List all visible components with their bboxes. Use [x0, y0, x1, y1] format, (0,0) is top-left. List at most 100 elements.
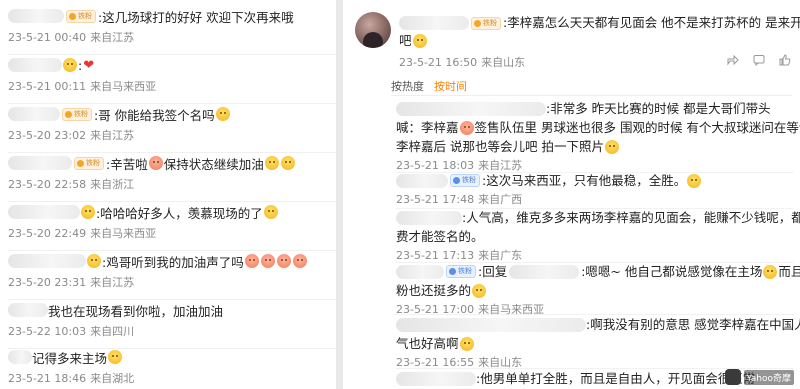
comment-time: 23-5-20 23:02: [8, 129, 87, 142]
reply-item: 铁粉:这次马来西亚，只有他最稳，全胜。 23-5-21 17:48 来自广西: [396, 171, 794, 209]
comment-text: :哈哈哈好多人，羡慕现场的了: [96, 205, 263, 221]
comment-icon[interactable]: [753, 54, 765, 66]
emoji-icon: [87, 254, 101, 268]
comment-location: 来自江苏: [90, 129, 135, 142]
comment-location: 来自广东: [478, 249, 523, 262]
sort-tabs: 按热度 按时间: [391, 78, 467, 94]
comment-text: :哥 你能给我签个名吗: [94, 107, 215, 123]
comment-time: 23-5-22 10:03: [8, 325, 87, 338]
blurred-username[interactable]: [8, 156, 72, 170]
comment-text: :辛苦啦: [106, 156, 148, 172]
emoji-icon: [412, 34, 427, 48]
emoji-icon: [459, 120, 474, 135]
emoji-icon: [244, 254, 259, 268]
reply-text: :人气高，维克多多来两场李梓嘉的见面会，能赚不少钱呢，都要消: [462, 210, 800, 225]
fan-badge[interactable]: 铁粉: [66, 9, 96, 23]
blurred-username[interactable]: [8, 350, 32, 364]
reply-text: :这次马来西亚，只有他最稳，全胜。: [482, 173, 687, 188]
blurred-username[interactable]: [8, 58, 62, 72]
emoji-icon: [215, 107, 230, 121]
comment-location: 来自浙江: [90, 178, 135, 191]
fan-badge[interactable]: 铁粉: [446, 265, 476, 278]
comment-text: :鸡哥听到我的加油声了吗: [102, 254, 244, 270]
reply-text: 签售队伍里 男球迷也很多 围观的时候 有个大叔球迷问在等谁 知道是: [474, 120, 800, 135]
fan-badge[interactable]: 铁粉: [471, 16, 501, 30]
blurred-username[interactable]: [8, 9, 64, 23]
blurred-username[interactable]: [396, 371, 476, 386]
blurred-username[interactable]: [396, 210, 462, 225]
fan-badge[interactable]: 铁粉: [450, 174, 480, 187]
fan-badge[interactable]: 铁粉: [62, 107, 92, 121]
blurred-username[interactable]: [8, 303, 48, 317]
blurred-username[interactable]: [8, 205, 80, 219]
share-icon[interactable]: [727, 54, 739, 66]
blurred-username[interactable]: [509, 264, 580, 279]
comment-time: 23-5-20 22:49: [8, 227, 87, 240]
blurred-username[interactable]: [396, 264, 444, 279]
comment-location: 来自山东: [481, 56, 526, 69]
reply-text: :非常多 昨天比赛的时候 都是大哥们带头: [546, 101, 771, 116]
comment-time: 23-5-21 00:11: [8, 80, 87, 93]
comment-text: :李梓嘉怎么天天都有见面会 他不是来打苏杯的 是来开见面会的: [503, 15, 800, 30]
comment-item: : ❤ 23-5-21 00:11 来自马来西亚: [8, 55, 336, 104]
comment-location: 来自广西: [478, 193, 523, 206]
reply-text: 费才能签名的。: [396, 229, 484, 244]
comment-item: 铁粉 :哥 你能给我签个名吗 23-5-20 23:02 来自江苏: [8, 104, 336, 153]
comment-time: 23-5-20 22:58: [8, 178, 87, 191]
emoji-icon: [148, 156, 163, 170]
right-comment-thread: 铁粉 :李梓嘉怎么天天都有见面会 他不是来打苏杯的 是来开见面会的 吧 23-5…: [343, 0, 800, 389]
blurred-username[interactable]: [396, 101, 546, 116]
like-icon[interactable]: [779, 54, 791, 66]
reply-text: :嗯嗯~ 他自己都说感觉像在主场: [581, 264, 763, 279]
blurred-username[interactable]: [396, 317, 586, 332]
blurred-username[interactable]: [396, 173, 448, 188]
comment-time: 23-5-21 16:50: [399, 56, 478, 69]
sort-by-time-tab[interactable]: 按时间: [434, 78, 467, 94]
comment-item: 记得多来主场 23-5-21 18:46 来自湖北: [8, 347, 330, 386]
emoji-icon: [459, 336, 474, 351]
emoji-icon: [263, 205, 278, 219]
emoji-icon: [687, 173, 702, 188]
emoji-icon: [108, 350, 123, 364]
reply-text: 李梓嘉后 说那也等会儿吧 拍一下照片: [396, 139, 604, 154]
comment-item: 铁粉 :这几场球打的好好 欢迎下次再来哦 23-5-21 00:40 来自江苏: [8, 6, 336, 55]
emoji-icon: [472, 283, 487, 298]
comment-item: :鸡哥听到我的加油声了吗 23-5-20 23:31 来自江苏: [8, 251, 336, 300]
comment-time: 23-5-20 23:31: [8, 276, 87, 289]
reply-text: 而且男: [778, 264, 800, 279]
comment-text: :这几场球打的好好 欢迎下次再来哦: [98, 9, 294, 25]
comment-item: 铁粉 :辛苦啦 保持状态继续加油 23-5-20 22:58 来自浙江: [8, 153, 336, 202]
watermark: Yahoo奇摩: [724, 369, 794, 385]
blurred-username[interactable]: [8, 254, 86, 268]
comment-text: :: [78, 57, 83, 73]
comment-location: 来自马来西亚: [90, 80, 157, 93]
comment-location: 来自湖北: [90, 372, 135, 385]
reply-text: :他男单单打全胜，而且是自由人，开见面会很正常: [476, 371, 756, 386]
avatar[interactable]: [355, 12, 391, 48]
reply-text: 气也好高啊: [396, 336, 459, 351]
comment-time: 23-5-21 18:46: [8, 372, 87, 385]
comment-text: 我也在现场看到你啦，加油加油: [48, 303, 224, 319]
emoji-icon: [260, 254, 275, 268]
reply-text: 喊：李梓嘉: [396, 120, 459, 135]
divider: [391, 95, 792, 96]
emoji-icon: [292, 254, 307, 268]
fan-badge[interactable]: 铁粉: [74, 156, 104, 170]
comment-time: 23-5-21 17:13: [396, 249, 475, 262]
comment-location: 来自江苏: [90, 276, 135, 289]
comment-item: 我也在现场看到你啦，加油加油 23-5-22 10:03 来自四川: [8, 300, 336, 349]
main-comment: 铁粉 :李梓嘉怎么天天都有见面会 他不是来打苏杯的 是来开见面会的 吧 23-5…: [355, 10, 800, 70]
blurred-username[interactable]: [8, 107, 60, 121]
sort-by-hot-tab[interactable]: 按热度: [391, 78, 424, 94]
emoji-icon: [81, 205, 95, 219]
reply-item: 铁粉:回复:嗯嗯~ 他自己都说感觉像在主场而且男 粉也还挺多的 23-5-21 …: [396, 262, 800, 317]
comment-text-2: 保持状态继续加油: [163, 156, 264, 172]
emoji-icon: [280, 156, 295, 170]
emoji-icon: [276, 254, 291, 268]
left-comment-list: 铁粉 :这几场球打的好好 欢迎下次再来哦 23-5-21 00:40 来自江苏 :…: [0, 0, 336, 389]
reply-item: :非常多 昨天比赛的时候 都是大哥们带头 喊：李梓嘉 签售队伍里 男球迷也很多 围…: [396, 99, 800, 173]
blurred-username[interactable]: [399, 16, 469, 30]
reply-text: :回复: [478, 264, 508, 279]
comment-item: :哈哈哈好多人，羡慕现场的了 23-5-20 22:49 来自马来西亚: [8, 202, 336, 251]
comment-location: 来自江苏: [90, 31, 135, 44]
